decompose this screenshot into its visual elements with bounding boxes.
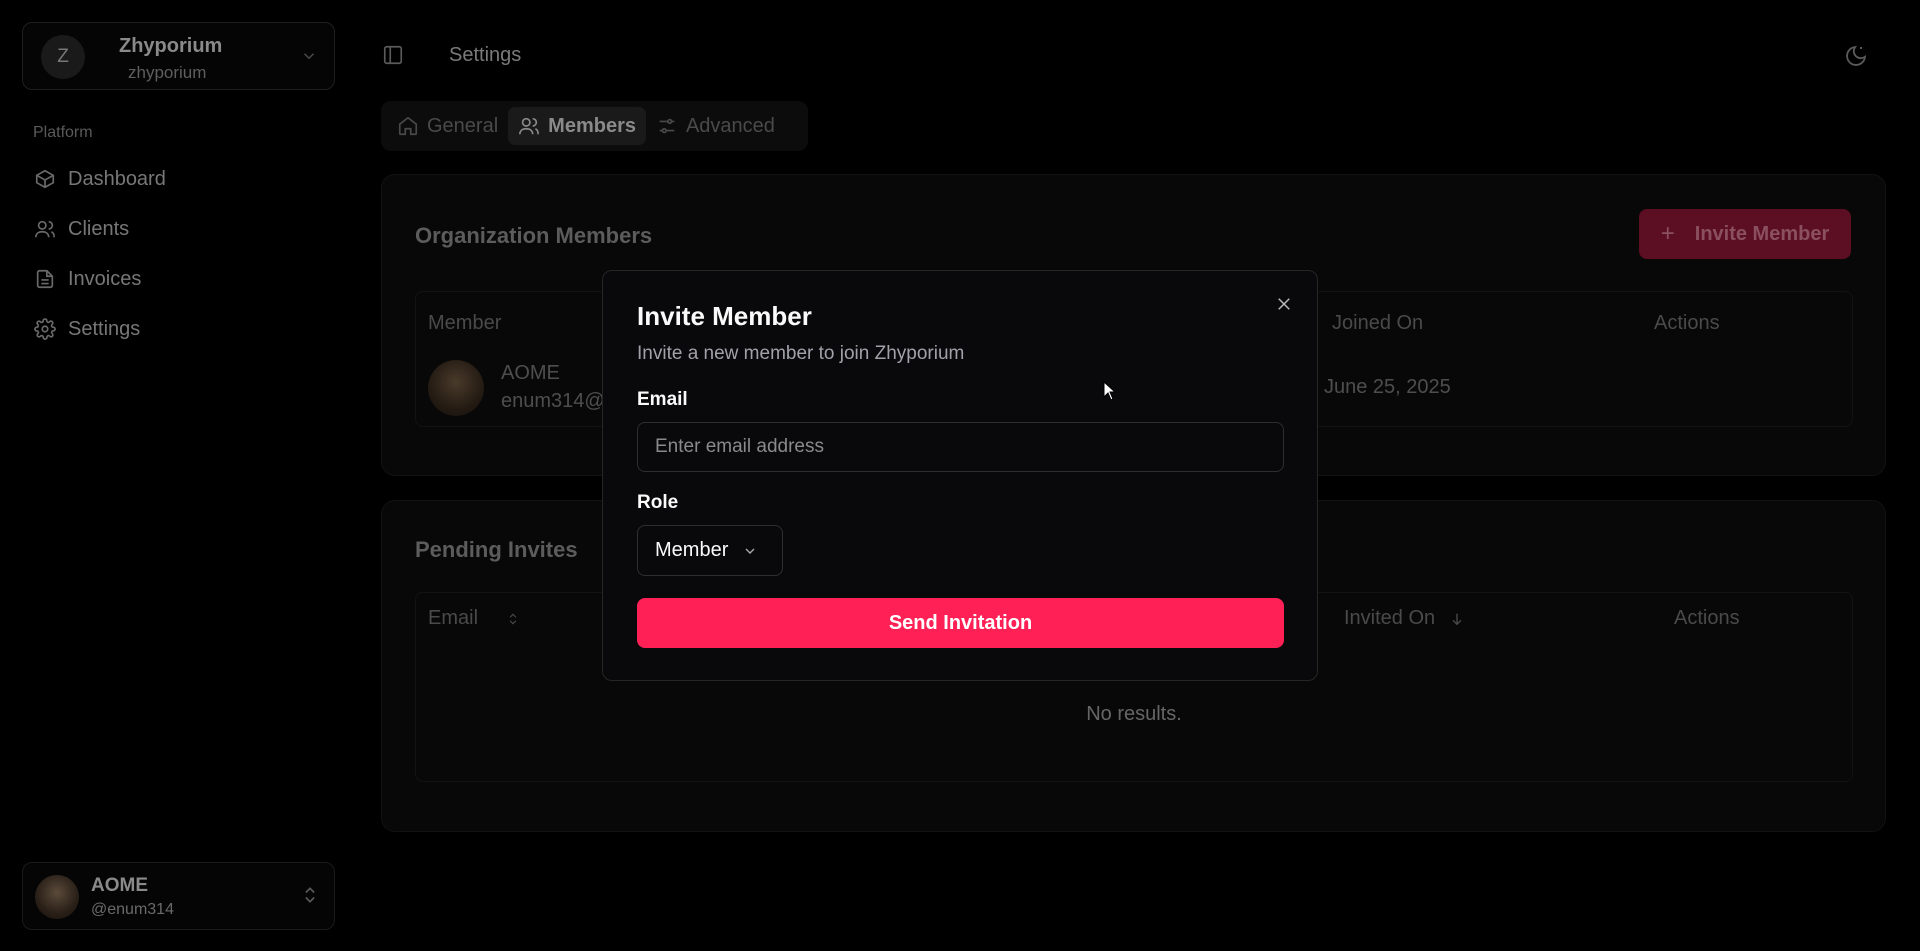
tab-label: General: [427, 114, 499, 137]
avatar: [428, 360, 484, 416]
column-header-invited[interactable]: Invited On: [1344, 607, 1465, 630]
user-menu[interactable]: AOME @enum314: [22, 862, 335, 930]
column-header-actions: Actions: [1654, 312, 1720, 334]
tab-label: Advanced: [685, 114, 775, 137]
email-field[interactable]: [637, 422, 1284, 472]
column-header-member: Member: [428, 312, 502, 334]
org-avatar: Z: [41, 35, 85, 79]
users-icon: [518, 115, 540, 137]
org-switcher[interactable]: Z Zhyporium zhyporium: [22, 22, 335, 90]
sidebar-item-settings[interactable]: Settings: [22, 304, 335, 354]
avatar: [35, 875, 79, 919]
page-title: Settings: [449, 44, 522, 66]
empty-state-text: No results.: [1086, 703, 1182, 725]
dialog-description: Invite a new member to join Zhyporium: [637, 343, 965, 364]
tab-advanced[interactable]: Advanced: [646, 107, 785, 145]
member-email: enum314@: [501, 390, 605, 412]
column-header-joined: Joined On: [1332, 312, 1424, 334]
home-icon: [397, 115, 419, 137]
member-joined-date: June 25, 2025: [1324, 376, 1451, 398]
sidebar-item-label: Dashboard: [68, 167, 166, 190]
arrow-down-icon: [1449, 610, 1465, 628]
sidebar-item-clients[interactable]: Clients: [22, 204, 335, 254]
members-card-title: Organization Members: [415, 223, 653, 248]
role-select-value: Member: [655, 539, 729, 561]
sidebar-toggle-icon[interactable]: [382, 44, 404, 66]
invite-member-label: Invite Member: [1694, 222, 1830, 245]
chevron-down-icon: [742, 543, 758, 559]
user-name: AOME: [91, 875, 148, 896]
column-header-email[interactable]: Email: [428, 607, 520, 630]
gear-icon: [34, 318, 56, 340]
sort-icon: [506, 610, 520, 628]
tab-general[interactable]: General: [387, 107, 508, 145]
org-name: Zhyporium: [119, 35, 223, 57]
close-icon[interactable]: [1275, 295, 1293, 313]
user-handle: @enum314: [91, 901, 174, 918]
member-name: AOME: [501, 362, 560, 384]
role-select[interactable]: Member: [637, 525, 783, 576]
tab-members[interactable]: Members: [508, 107, 646, 145]
column-header-label: Email: [428, 607, 479, 629]
sidebar-item-label: Settings: [68, 317, 141, 340]
box-icon: [34, 168, 56, 190]
send-invitation-button[interactable]: Send Invitation: [637, 598, 1284, 648]
email-label: Email: [637, 389, 688, 410]
invite-member-dialog: Invite Member Invite a new member to joi…: [602, 270, 1318, 681]
sidebar-item-label: Clients: [68, 217, 130, 240]
role-label: Role: [637, 492, 679, 513]
chevrons-up-down-icon: [300, 885, 320, 905]
file-icon: [34, 268, 56, 290]
settings-tabs: General Members Advanced: [381, 101, 808, 151]
org-slug: zhyporium: [128, 63, 207, 82]
plus-icon: +: [1660, 220, 1675, 247]
sidebar-item-invoices[interactable]: Invoices: [22, 254, 335, 304]
theme-toggle-icon[interactable]: [1844, 44, 1868, 68]
sliders-icon: [656, 115, 678, 137]
nav-section-label: Platform: [33, 124, 93, 141]
users-icon: [34, 218, 56, 240]
sidebar-item-dashboard[interactable]: Dashboard: [22, 154, 335, 204]
mouse-cursor-icon: [1103, 381, 1117, 401]
chevron-down-icon: [300, 47, 318, 65]
column-header-actions: Actions: [1674, 607, 1740, 629]
invites-card-title: Pending Invites: [415, 537, 578, 562]
column-header-label: Invited On: [1344, 607, 1436, 629]
sidebar-item-label: Invoices: [68, 267, 142, 290]
tab-label: Members: [548, 114, 636, 137]
sidebar: Z Zhyporium zhyporium Platform Dashboard…: [0, 0, 352, 951]
dialog-title: Invite Member: [637, 301, 812, 331]
sidebar-nav: Dashboard Clients Invoices Settings: [22, 154, 335, 354]
invite-member-button[interactable]: + Invite Member: [1639, 209, 1851, 259]
